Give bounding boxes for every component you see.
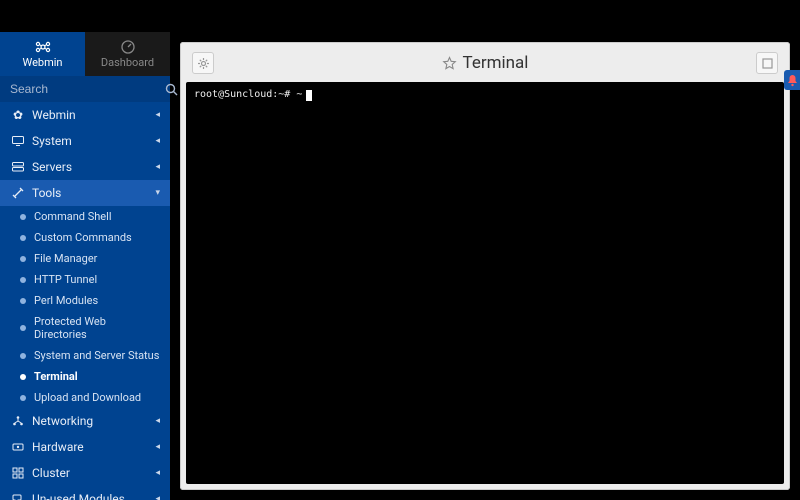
- sub-label: Perl Modules: [34, 294, 98, 307]
- nav-networking[interactable]: Networking ◂: [0, 408, 170, 434]
- expand-icon: [762, 58, 773, 69]
- sidebar-tabs: Webmin Dashboard: [0, 32, 170, 76]
- servers-icon: [10, 162, 26, 172]
- terminal-panel: Terminal root@Suncloud:~# ~: [180, 42, 790, 490]
- panel-header: Terminal: [186, 48, 784, 82]
- sub-terminal[interactable]: Terminal: [6, 366, 170, 387]
- sub-label: Command Shell: [34, 210, 112, 223]
- tab-dashboard-label: Dashboard: [101, 56, 154, 69]
- chevron-left-icon: ◂: [155, 442, 160, 452]
- nav-unused-label: Un-used Modules: [32, 492, 155, 500]
- sub-label: Protected Web Directories: [34, 315, 160, 341]
- nav-unused[interactable]: Un-used Modules ◂: [0, 486, 170, 500]
- chevron-left-icon: ◂: [155, 494, 160, 500]
- chevron-left-icon: ◂: [155, 162, 160, 172]
- nav-servers-label: Servers: [32, 160, 155, 174]
- cluster-icon: [10, 467, 26, 479]
- bell-icon: [787, 74, 798, 87]
- bullet-icon: [20, 256, 26, 262]
- sub-upload-download[interactable]: Upload and Download: [6, 387, 170, 408]
- sub-label: HTTP Tunnel: [34, 273, 97, 286]
- search-input[interactable]: [10, 82, 165, 96]
- bullet-icon: [20, 298, 26, 304]
- nav-tools-label: Tools: [32, 186, 155, 200]
- sub-system-status[interactable]: System and Server Status: [6, 345, 170, 366]
- tools-icon: [10, 187, 26, 199]
- nav-networking-label: Networking: [32, 414, 155, 428]
- panel-title: Terminal: [463, 53, 529, 73]
- thumbsdown-icon: [10, 493, 26, 500]
- sidebar: Webmin Dashboard ✿ Webmin ◂: [0, 32, 170, 500]
- sub-protected-web[interactable]: Protected Web Directories: [6, 311, 170, 345]
- sub-label: Custom Commands: [34, 231, 132, 244]
- terminal-output[interactable]: root@Suncloud:~# ~: [186, 82, 784, 484]
- network-icon: [10, 415, 26, 427]
- bullet-icon: [20, 325, 26, 331]
- sub-label: File Manager: [34, 252, 97, 265]
- chevron-down-icon: ▾: [155, 188, 160, 198]
- bullet-icon: [20, 353, 26, 359]
- webmin-icon: [35, 40, 51, 54]
- chevron-left-icon: ◂: [155, 136, 160, 146]
- hardware-icon: [10, 442, 26, 452]
- sub-custom-commands[interactable]: Custom Commands: [6, 227, 170, 248]
- bullet-icon: [20, 214, 26, 220]
- terminal-prompt: root@Suncloud:~# ~: [194, 88, 302, 102]
- sub-http-tunnel[interactable]: HTTP Tunnel: [6, 269, 170, 290]
- bullet-icon: [20, 277, 26, 283]
- sub-file-manager[interactable]: File Manager: [6, 248, 170, 269]
- chevron-left-icon: ◂: [155, 110, 160, 120]
- nav-webmin-label: Webmin: [32, 108, 155, 122]
- chevron-left-icon: ◂: [155, 468, 160, 478]
- tools-submenu: Command Shell Custom Commands File Manag…: [0, 206, 170, 408]
- sub-label: Terminal: [34, 370, 78, 383]
- sub-perl-modules[interactable]: Perl Modules: [6, 290, 170, 311]
- nav-servers[interactable]: Servers ◂: [0, 154, 170, 180]
- monitor-icon: [10, 136, 26, 146]
- cursor-icon: [306, 90, 312, 101]
- settings-button[interactable]: [192, 52, 214, 74]
- sub-label: System and Server Status: [34, 349, 159, 362]
- gear-icon: [197, 57, 210, 70]
- nav-hardware[interactable]: Hardware ◂: [0, 434, 170, 460]
- search-row: [0, 76, 170, 102]
- expand-button[interactable]: [756, 52, 778, 74]
- dashboard-icon: [121, 40, 135, 54]
- notifications-toggle[interactable]: [784, 70, 800, 90]
- nav-tools[interactable]: Tools ▾: [0, 180, 170, 206]
- nav-cluster-label: Cluster: [32, 466, 155, 480]
- nav-webmin[interactable]: ✿ Webmin ◂: [0, 102, 170, 128]
- sub-command-shell[interactable]: Command Shell: [6, 206, 170, 227]
- main: Terminal root@Suncloud:~# ~: [170, 32, 800, 500]
- star-icon[interactable]: [442, 56, 457, 71]
- chevron-left-icon: ◂: [155, 416, 160, 426]
- gear-icon: ✿: [10, 108, 26, 122]
- nav: ✿ Webmin ◂ System ◂ Servers ◂: [0, 102, 170, 500]
- nav-system-label: System: [32, 134, 155, 148]
- bullet-icon: [20, 235, 26, 241]
- nav-hardware-label: Hardware: [32, 440, 155, 454]
- nav-cluster[interactable]: Cluster ◂: [0, 460, 170, 486]
- bullet-icon: [20, 395, 26, 401]
- tab-dashboard[interactable]: Dashboard: [85, 32, 170, 76]
- bullet-icon: [20, 374, 26, 380]
- nav-system[interactable]: System ◂: [0, 128, 170, 154]
- tab-webmin-label: Webmin: [23, 56, 63, 69]
- sub-label: Upload and Download: [34, 391, 141, 404]
- tab-webmin[interactable]: Webmin: [0, 32, 85, 76]
